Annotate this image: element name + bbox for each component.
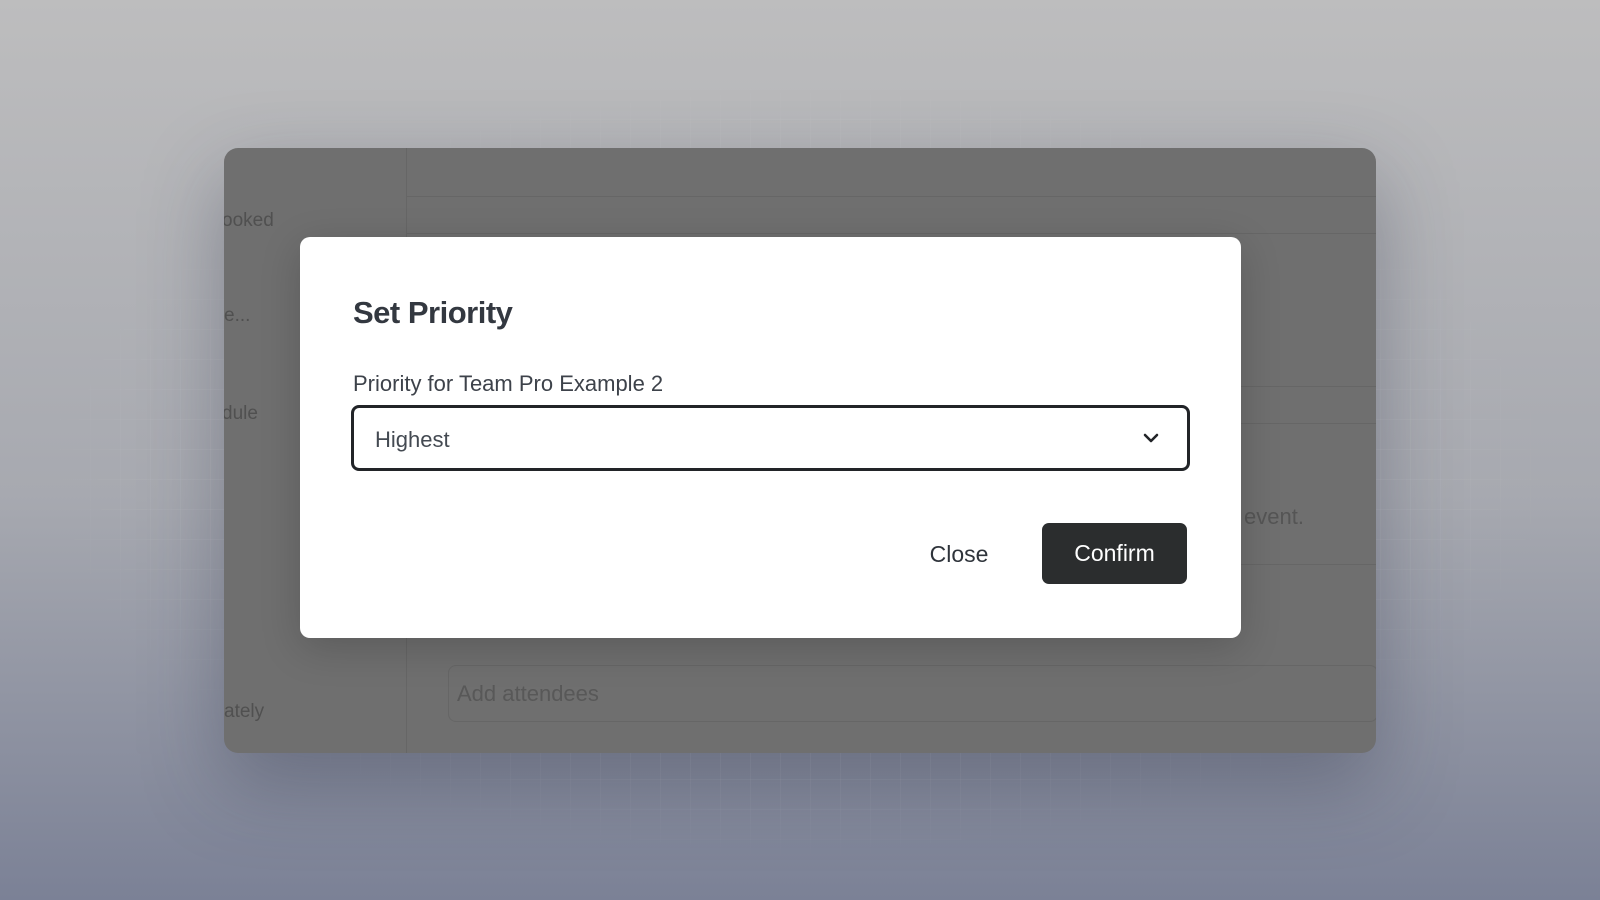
background-attendees-placeholder: Add attendees [457, 681, 599, 706]
priority-select[interactable]: Highest [351, 405, 1190, 471]
background-sidebar-text: ooked [224, 210, 274, 231]
background-attendees-input: Add attendees [448, 665, 1376, 722]
priority-select-value: Highest [375, 427, 450, 452]
background-panel [406, 148, 1376, 197]
background-sidebar-text: ately [224, 701, 265, 722]
confirm-button[interactable]: Confirm [1042, 523, 1187, 584]
close-button[interactable]: Close [909, 524, 1009, 584]
background-event-text: event. [1244, 504, 1304, 529]
priority-field-label: Priority for Team Pro Example 2 [353, 371, 664, 396]
dialog-title: Set Priority [353, 295, 513, 330]
background-sidebar-text: e... [224, 305, 251, 326]
background-sidebar-text: dule [224, 403, 258, 424]
set-priority-dialog: Set Priority Priority for Team Pro Examp… [300, 237, 1241, 638]
chevron-down-icon [1143, 433, 1159, 443]
